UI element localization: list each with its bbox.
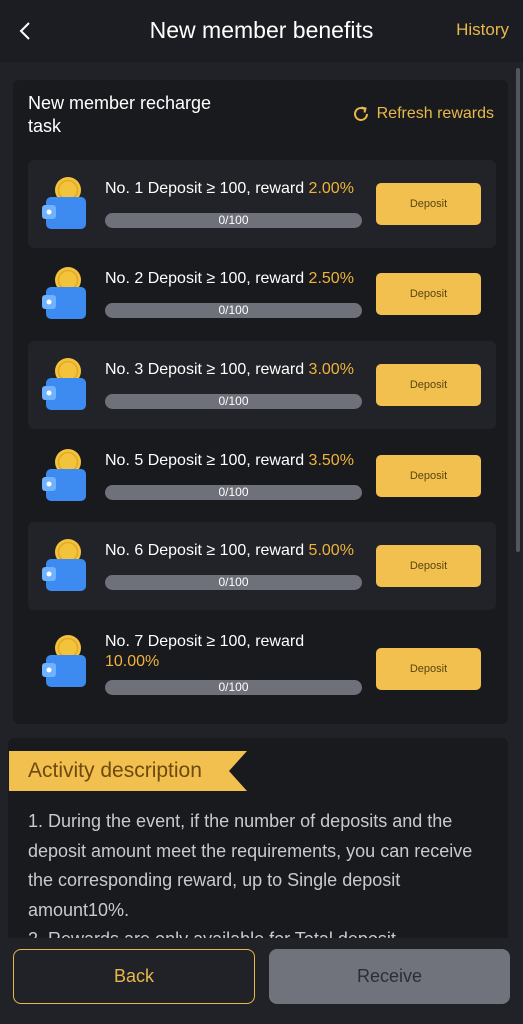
task-progress-bar: 0/100 [105,213,362,228]
task-item: No. 1 Deposit ≥ 100, reward 2.00% 0/100 De… [28,160,496,248]
task-item-percent: 10.00% [105,653,160,670]
task-item: No. 2 Deposit ≥ 100, reward 2.50% 0/100 De… [28,250,496,338]
task-item: No. 5 Deposit ≥ 100, reward 3.50% 0/100 De… [28,432,496,520]
task-item: No. 7 Deposit ≥ 100, reward 10.00% 0/100 De… [28,613,496,713]
deposit-button[interactable]: Deposit [376,364,481,406]
task-progress-label: 0/100 [218,213,249,227]
task-item-percent: 5.00% [308,542,354,559]
task-title: New member recharge task [28,93,212,136]
task-progress-bar: 0/100 [105,394,362,409]
task-item-percent: 2.50% [308,270,354,287]
task-item: No. 3 Deposit ≥ 100, reward 3.00% 0/100 De… [28,341,496,429]
task-item-label: No. 1 Deposit ≥ 100, reward [105,180,309,197]
task-progress-bar: 0/100 [105,575,362,590]
task-progress-label: 0/100 [218,485,249,499]
activity-description-heading: Activity description [28,759,202,782]
task-progress-bar: 0/100 [105,485,362,500]
task-item-text: No. 6 Deposit ≥ 100, reward 5.00% [105,541,367,561]
history-link[interactable]: History [456,20,509,40]
task-item-percent: 2.00% [308,180,354,197]
deposit-button[interactable]: Deposit [376,545,481,587]
task-item-text: No. 7 Deposit ≥ 100, reward 10.00% [105,632,367,672]
header-bar: New member benefits History [0,0,523,62]
task-item-label: No. 6 Deposit ≥ 100, reward [105,542,309,559]
refresh-rewards-label: Refresh rewards [376,105,494,122]
task-progress-label: 0/100 [218,303,249,317]
task-item-text: No. 2 Deposit ≥ 100, reward 2.50% [105,269,367,289]
refresh-icon [353,106,368,121]
task-item-label: No. 7 Deposit ≥ 100, reward [105,633,305,650]
activity-description-body: 1. During the event, if the number of de… [28,811,473,920]
bottom-action-bar: Back Receive [0,938,523,1024]
wallet-coin-icon [42,267,86,319]
task-item: No. 6 Deposit ≥ 100, reward 5.00% 0/100 De… [28,522,496,610]
task-item-label: No. 5 Deposit ≥ 100, reward [105,452,309,469]
task-progress-label: 0/100 [218,680,249,694]
scrollbar[interactable] [516,68,520,552]
recharge-task-card: New member recharge task Refresh rewards… [13,80,508,724]
deposit-button[interactable]: Deposit [376,183,481,225]
task-progress-bar: 0/100 [105,303,362,318]
deposit-button[interactable]: Deposit [376,648,481,690]
task-progress-label: 0/100 [218,394,249,408]
wallet-coin-icon [42,177,86,229]
wallet-coin-icon [42,449,86,501]
task-item-label: No. 2 Deposit ≥ 100, reward [105,270,309,287]
activity-description-text: 1. During the event, if the number of de… [28,807,500,955]
page-title: New member benefits [149,17,374,43]
deposit-button[interactable]: Deposit [376,455,481,497]
task-item-percent: 3.00% [308,361,354,378]
deposit-button[interactable]: Deposit [376,273,481,315]
task-item-text: No. 5 Deposit ≥ 100, reward 3.50% [105,451,367,471]
wallet-coin-icon [42,539,86,591]
refresh-rewards-button[interactable]: Refresh rewards [351,104,494,124]
wallet-coin-icon [42,635,86,687]
task-item-percent: 3.50% [308,452,354,469]
task-item-label: No. 3 Deposit ≥ 100, reward [105,361,309,378]
wallet-coin-icon [42,358,86,410]
task-item-text: No. 1 Deposit ≥ 100, reward 2.00% [105,179,367,199]
task-progress-bar: 0/100 [105,680,362,695]
receive-button[interactable]: Receive [269,949,510,1004]
task-progress-label: 0/100 [218,575,249,589]
back-button[interactable]: Back [13,949,255,1004]
task-item-text: No. 3 Deposit ≥ 100, reward 3.00% [105,360,367,380]
